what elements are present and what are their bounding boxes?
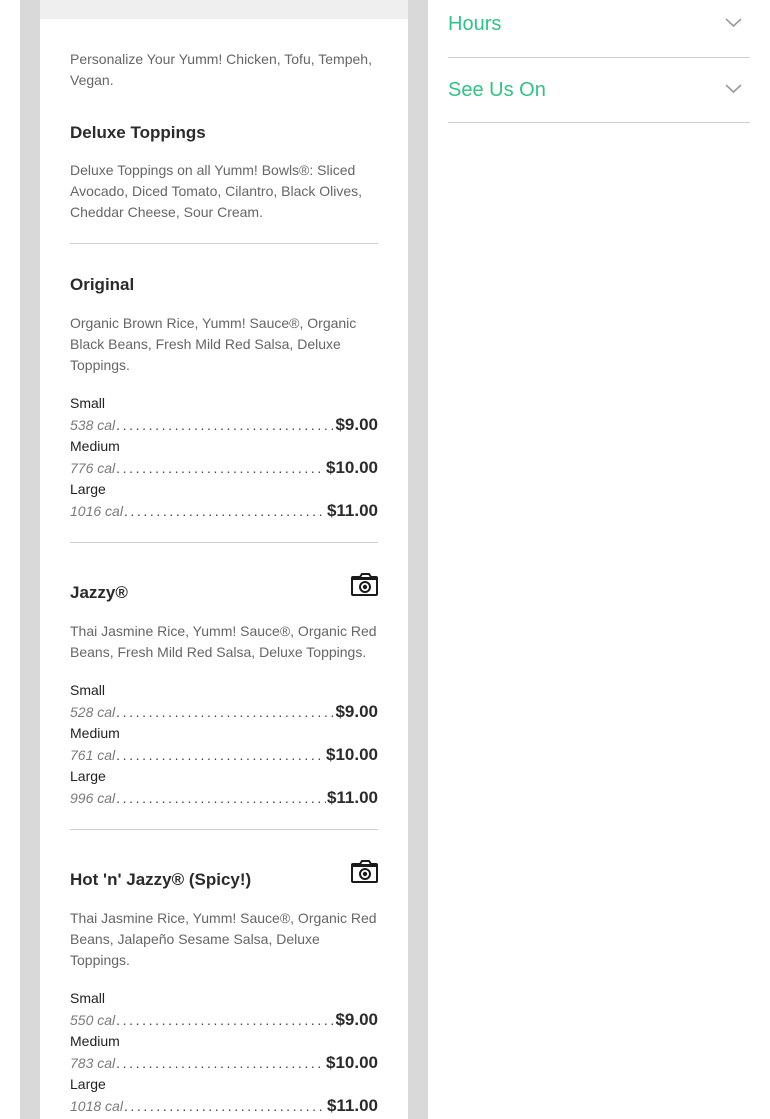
menu-item-jazzy: Jazzy® Thai Jasmine Rice, Yumm! Sauce®, … bbox=[70, 543, 378, 830]
size-list: Small 538 cal ..........................… bbox=[70, 393, 378, 543]
chevron-down-icon bbox=[725, 18, 742, 28]
menu-item-name: Jazzy® bbox=[70, 583, 128, 602]
calorie-count: 1018 cal bbox=[70, 1098, 123, 1114]
price: $11.00 bbox=[326, 1096, 378, 1115]
menu-item-hot-n-jazzy: Hot 'n' Jazzy® (Spicy!) Thai Jasmine Ric… bbox=[70, 830, 378, 1119]
size-list: Small 550 cal ..........................… bbox=[70, 988, 378, 1119]
size-label: Large bbox=[70, 768, 106, 784]
price: $11.00 bbox=[326, 501, 378, 520]
price: $10.00 bbox=[326, 745, 378, 764]
calorie-count: 550 cal bbox=[70, 1012, 116, 1028]
menu-item-description: Thai Jasmine Rice, Yumm! Sauce®, Organic… bbox=[70, 623, 377, 660]
camera-icon[interactable] bbox=[351, 573, 378, 596]
price: $9.00 bbox=[335, 702, 378, 721]
dot-leader: ........................................… bbox=[116, 790, 326, 806]
size-row: 1016 cal ...............................… bbox=[70, 500, 378, 522]
price: $11.00 bbox=[326, 788, 378, 807]
menu-item-original: Original Organic Brown Rice, Yumm! Sauce… bbox=[70, 244, 378, 543]
calorie-count: 776 cal bbox=[70, 460, 116, 476]
menu-item-description: Thai Jasmine Rice, Yumm! Sauce®, Organic… bbox=[70, 910, 377, 968]
hours-accordion[interactable]: Hours bbox=[448, 0, 750, 58]
toppings-title: Deluxe Toppings bbox=[70, 123, 206, 142]
size-row: 1018 cal ...............................… bbox=[70, 1095, 378, 1117]
size-label: Large bbox=[70, 1076, 106, 1092]
price: $10.00 bbox=[326, 458, 378, 477]
toppings-description: Deluxe Toppings on all Yumm! Bowls®: Sli… bbox=[70, 162, 363, 220]
accordion-label: See Us On bbox=[448, 79, 546, 101]
chevron-down-icon bbox=[725, 84, 742, 94]
menu-item-name: Hot 'n' Jazzy® (Spicy!) bbox=[70, 870, 252, 889]
menu-card: Personalize Your Yumm! Chicken, Tofu, Te… bbox=[40, 0, 408, 1119]
price: $9.00 bbox=[335, 1010, 378, 1029]
calorie-count: 1016 cal bbox=[70, 503, 123, 519]
size-row: 776 cal ................................… bbox=[70, 457, 378, 479]
dot-leader: ........................................… bbox=[116, 1012, 334, 1028]
sidebar: Hours See Us On bbox=[448, 0, 750, 123]
calorie-count: 761 cal bbox=[70, 747, 116, 763]
calorie-count: 528 cal bbox=[70, 704, 116, 720]
size-row: 783 cal ................................… bbox=[70, 1052, 378, 1074]
dot-leader: ........................................… bbox=[116, 704, 334, 720]
dot-leader: ........................................… bbox=[116, 747, 325, 763]
calorie-count: 538 cal bbox=[70, 417, 116, 433]
size-row: 538 cal ................................… bbox=[70, 414, 378, 436]
size-row: 996 cal ................................… bbox=[70, 787, 378, 809]
size-label: Small bbox=[70, 682, 106, 698]
size-row: 528 cal ................................… bbox=[70, 701, 378, 723]
see-us-on-accordion[interactable]: See Us On bbox=[448, 58, 750, 123]
size-row: 550 cal ................................… bbox=[70, 1009, 378, 1031]
price: $9.00 bbox=[335, 415, 378, 434]
dot-leader: ........................................… bbox=[116, 417, 334, 433]
accordion-label: Hours bbox=[448, 13, 502, 35]
size-label: Small bbox=[70, 395, 106, 411]
dot-leader: ........................................… bbox=[123, 1098, 326, 1114]
calorie-count: 996 cal bbox=[70, 790, 116, 806]
dot-leader: ........................................… bbox=[116, 460, 325, 476]
menu-item-description: Organic Brown Rice, Yumm! Sauce®, Organi… bbox=[70, 315, 357, 373]
dot-leader: ........................................… bbox=[123, 503, 326, 519]
size-label: Medium bbox=[70, 1033, 120, 1049]
menu-intro-text: Personalize Your Yumm! Chicken, Tofu, Te… bbox=[70, 51, 372, 88]
calorie-count: 783 cal bbox=[70, 1055, 116, 1071]
menu-item-name: Original bbox=[70, 275, 135, 294]
size-label: Small bbox=[70, 990, 106, 1006]
size-label: Large bbox=[70, 481, 106, 497]
menu-card-header-band bbox=[40, 0, 408, 19]
size-label: Medium bbox=[70, 725, 120, 741]
price: $10.00 bbox=[326, 1053, 378, 1072]
size-label: Medium bbox=[70, 438, 120, 454]
size-list: Small 528 cal ..........................… bbox=[70, 680, 378, 830]
camera-icon[interactable] bbox=[351, 860, 378, 883]
dot-leader: ........................................… bbox=[116, 1055, 325, 1071]
size-row: 761 cal ................................… bbox=[70, 744, 378, 766]
